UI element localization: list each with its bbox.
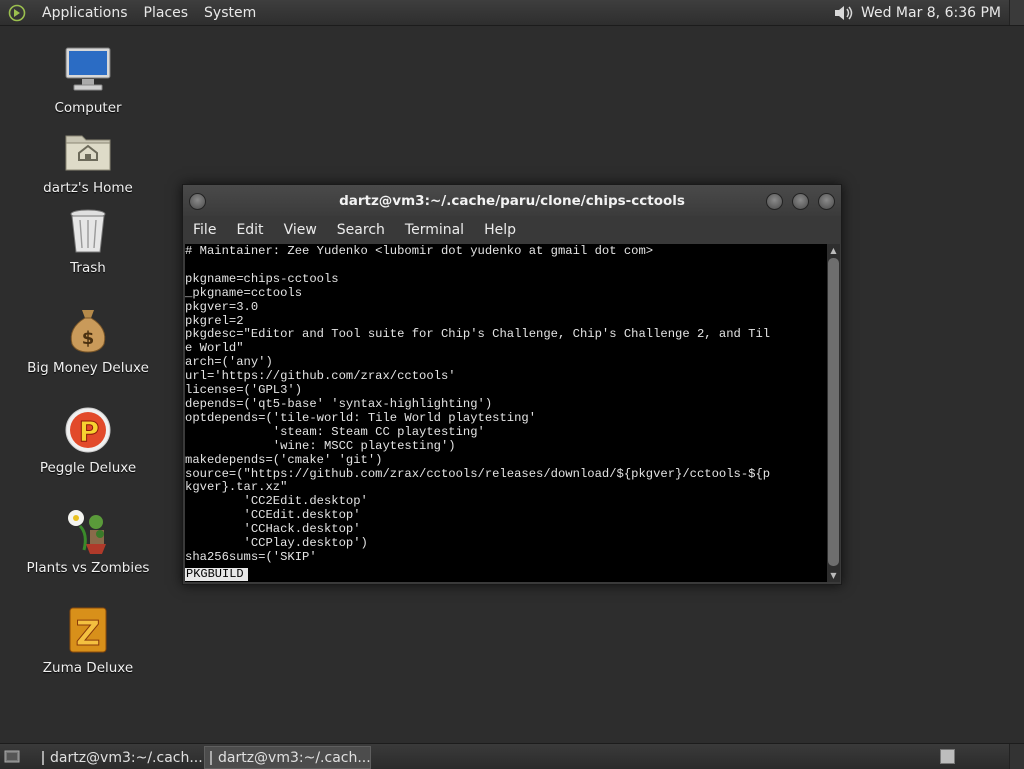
window-menu-icon[interactable] [189, 193, 206, 210]
volume-icon[interactable] [833, 4, 855, 22]
desktop-icon-label: Zuma Deluxe [42, 660, 134, 676]
desktop-icon-trash[interactable]: Trash [13, 204, 163, 276]
desktop-icon-label: dartz's Home [43, 180, 133, 196]
show-desktop-icon[interactable] [4, 748, 20, 764]
clock[interactable]: Wed Mar 8, 6:36 PM [861, 5, 1001, 21]
taskbar-label: dartz@vm3:~/.cach... [218, 749, 371, 766]
top-panel: Applications Places System Wed Mar 8, 6:… [0, 0, 1024, 26]
window-titlebar[interactable]: dartz@vm3:~/.cache/paru/clone/chips-ccto… [183, 185, 841, 216]
terminal-icon [42, 750, 44, 765]
zuma-icon: Z [69, 607, 107, 655]
top-panel-tray: Wed Mar 8, 6:36 PM [833, 0, 1024, 25]
minimize-button[interactable] [766, 193, 783, 210]
system-menu[interactable]: System [196, 5, 264, 21]
menu-edit[interactable]: Edit [226, 222, 273, 238]
plants-vs-zombies-icon [68, 510, 106, 554]
svg-text:Z: Z [76, 614, 101, 654]
desktop-icon-label: Plants vs Zombies [26, 560, 150, 576]
desktop-icon-peggle[interactable]: P Peggle Deluxe [13, 404, 163, 476]
desktop-icon-big-money[interactable]: $ Big Money Deluxe [13, 304, 163, 376]
scroll-down-arrow-icon[interactable]: ▼ [828, 570, 839, 581]
bottom-panel: dartz@vm3:~/.cach... dartz@vm3:~/.cach..… [0, 743, 1024, 769]
terminal-output[interactable]: # Maintainer: Zee Yudenko <lubomir dot y… [185, 244, 827, 582]
terminal-icon [210, 750, 212, 765]
terminal-text: # Maintainer: Zee Yudenko <lubomir dot y… [185, 244, 771, 564]
menu-file[interactable]: File [183, 222, 226, 238]
desktop-icon-label: Big Money Deluxe [27, 360, 149, 376]
close-button[interactable] [818, 193, 835, 210]
peggle-icon: P [65, 407, 111, 453]
desktop-icon-plants-vs-zombies[interactable]: Plants vs Zombies [13, 504, 163, 576]
taskbar-button-terminal-1[interactable]: dartz@vm3:~/.cach... [36, 746, 203, 769]
places-menu[interactable]: Places [136, 5, 197, 21]
computer-icon [65, 47, 111, 91]
menu-view[interactable]: View [274, 222, 327, 238]
panel-handle [1009, 744, 1024, 769]
desktop-icon-zuma[interactable]: Z Zuma Deluxe [13, 604, 163, 676]
applications-menu[interactable]: Applications [34, 5, 136, 21]
gnome-foot-logo-icon[interactable] [8, 4, 26, 22]
terminal-window[interactable]: dartz@vm3:~/.cache/paru/clone/chips-ccto… [182, 184, 842, 585]
desktop-icon-label: Trash [70, 260, 106, 276]
terminal-scrollbar[interactable]: ▲ ▼ [827, 244, 840, 582]
taskbar-button-terminal-2[interactable]: dartz@vm3:~/.cach... [204, 746, 371, 769]
desktop-icon-label: Peggle Deluxe [39, 460, 137, 476]
maximize-button[interactable] [792, 193, 809, 210]
pager-status-line: PKGBUILD [185, 568, 248, 581]
desktop-icon-home[interactable]: dartz's Home [13, 124, 163, 196]
trash-icon [70, 209, 106, 253]
terminal-menubar: File Edit View Search Terminal Help [183, 216, 841, 244]
home-folder-icon [65, 135, 111, 171]
menu-search[interactable]: Search [327, 222, 395, 238]
svg-text:$: $ [82, 328, 95, 349]
svg-text:P: P [79, 415, 100, 448]
desktop-icon-label: Computer [54, 100, 122, 116]
taskbar-label: dartz@vm3:~/.cach... [50, 749, 203, 766]
money-bag-icon: $ [70, 310, 106, 353]
menu-terminal[interactable]: Terminal [395, 222, 474, 238]
workspace-switcher[interactable] [940, 749, 955, 764]
panel-handle [1009, 0, 1024, 25]
scrollbar-thumb[interactable] [828, 258, 839, 566]
menu-help[interactable]: Help [474, 222, 526, 238]
window-title: dartz@vm3:~/.cache/paru/clone/chips-ccto… [339, 192, 685, 209]
scroll-up-arrow-icon[interactable]: ▲ [828, 245, 839, 256]
desktop-icon-computer[interactable]: Computer [13, 44, 163, 116]
